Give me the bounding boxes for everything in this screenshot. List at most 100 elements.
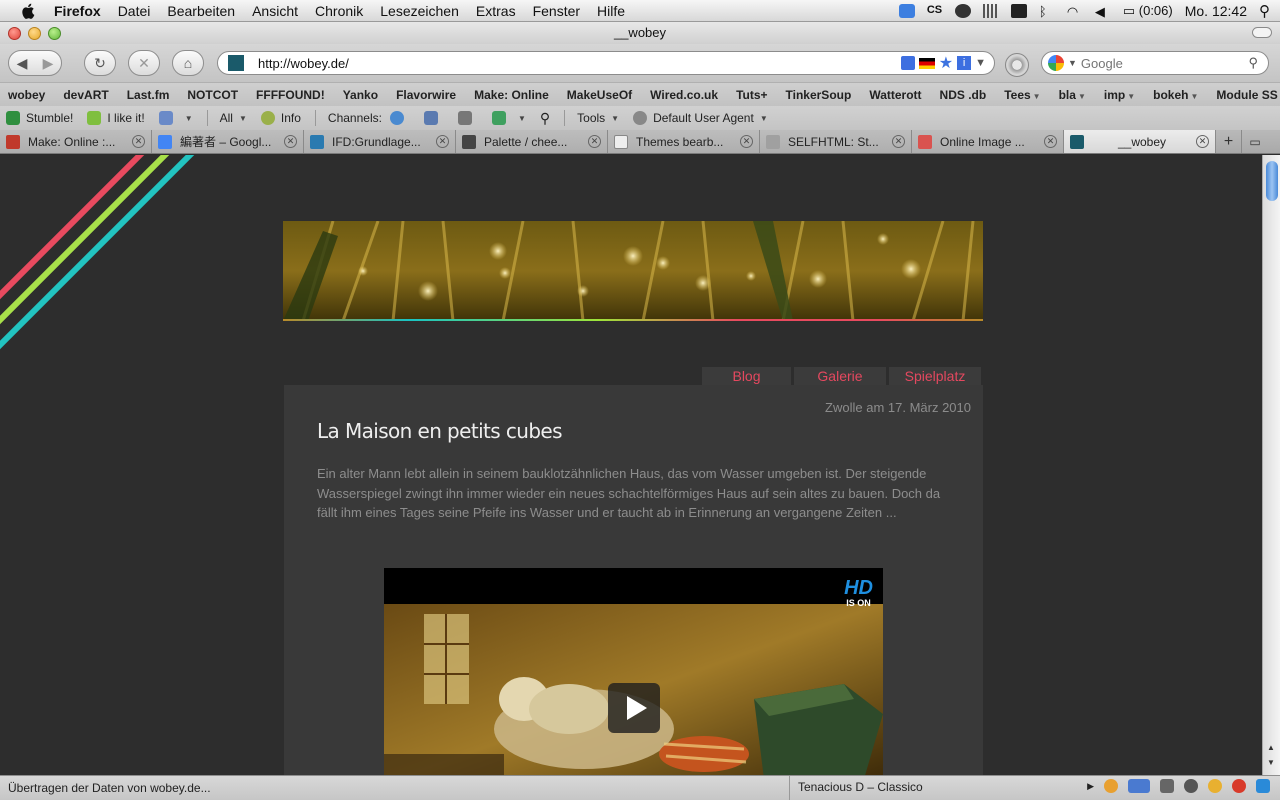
- search-input[interactable]: [1080, 55, 1241, 71]
- url-dropdown-icon[interactable]: ▼: [975, 57, 986, 69]
- bluetooth-icon[interactable]: ᛒ: [1039, 4, 1055, 19]
- bot-icon[interactable]: [1160, 779, 1174, 793]
- video-player[interactable]: HD IS ON: [384, 568, 883, 775]
- window-zoom-button[interactable]: [48, 27, 61, 40]
- tools-dropdown[interactable]: Tools ▼: [577, 111, 619, 125]
- stop-button[interactable]: ✕: [128, 50, 160, 76]
- bookmark-makeuseof[interactable]: MakeUseOf: [567, 88, 632, 102]
- close-icon[interactable]: ✕: [740, 135, 753, 148]
- close-icon[interactable]: ✕: [132, 135, 145, 148]
- user-agent-dropdown[interactable]: Default User Agent ▼: [633, 111, 768, 125]
- menu-fenster[interactable]: Fenster: [533, 3, 580, 19]
- home-button[interactable]: ⌂: [172, 50, 204, 76]
- bookmark-star-icon[interactable]: ★: [939, 53, 953, 73]
- close-icon[interactable]: ✕: [284, 135, 297, 148]
- bookmark-wobey[interactable]: wobey: [8, 88, 45, 102]
- info-icon[interactable]: i: [957, 56, 972, 70]
- menu-chronik[interactable]: Chronik: [315, 3, 363, 19]
- bookmark-folder-tees[interactable]: Tees ▼: [1004, 88, 1040, 102]
- all-dropdown[interactable]: All ▼: [220, 111, 247, 125]
- reload-button[interactable]: ↻: [84, 50, 116, 76]
- nav-tab-galerie[interactable]: Galerie: [794, 367, 886, 385]
- toolbar-toggle-button[interactable]: [1252, 27, 1272, 38]
- stumble-search-icon[interactable]: ⚲: [540, 110, 550, 127]
- back-arrow-icon[interactable]: ◀: [9, 55, 35, 72]
- tab-wobey[interactable]: __wobey ✕: [1064, 130, 1216, 153]
- dropbox-icon[interactable]: [898, 4, 915, 18]
- fireftp-icon[interactable]: [1128, 779, 1150, 793]
- channel-globe-icon[interactable]: [389, 111, 410, 125]
- gear-icon[interactable]: [1005, 53, 1029, 77]
- bookmark-make-online[interactable]: Make: Online: [474, 88, 549, 102]
- bookmark-tinkersoup[interactable]: TinkerSoup: [786, 88, 852, 102]
- scroll-up-arrow-icon[interactable]: ▲: [1267, 743, 1275, 752]
- window-minimize-button[interactable]: [28, 27, 41, 40]
- menu-lesezeichen[interactable]: Lesezeichen: [380, 3, 459, 19]
- channel-friends-icon[interactable]: ▼: [491, 111, 526, 125]
- bookmark-folder-imp[interactable]: imp ▼: [1104, 88, 1135, 102]
- bookmark-wired[interactable]: Wired.co.uk: [650, 88, 718, 102]
- tab-online-image[interactable]: Online Image ... ✕: [912, 130, 1064, 153]
- close-icon[interactable]: ✕: [1044, 135, 1057, 148]
- music-icon[interactable]: [1104, 779, 1118, 793]
- list-all-tabs-button[interactable]: ▭: [1242, 130, 1268, 153]
- stumble-button[interactable]: Stumble!: [6, 111, 73, 125]
- clock[interactable]: Mo. 12:42: [1185, 3, 1247, 19]
- tab-selfhtml[interactable]: SELFHTML: St... ✕: [760, 130, 912, 153]
- quicksilver-icon[interactable]: [954, 4, 971, 18]
- now-playing-track[interactable]: Tenacious D – Classico: [789, 776, 923, 800]
- forward-arrow-icon[interactable]: ▶: [35, 55, 61, 72]
- close-icon[interactable]: ✕: [892, 135, 905, 148]
- volume-icon[interactable]: ◀: [1095, 4, 1111, 19]
- google-icon[interactable]: [1048, 55, 1064, 71]
- scroll-down-arrow-icon[interactable]: ▼: [1267, 758, 1275, 767]
- memory-icon[interactable]: [1010, 4, 1027, 18]
- back-forward-button[interactable]: ◀ ▶: [8, 50, 62, 76]
- greasemonkey-icon[interactable]: [1184, 779, 1198, 793]
- menu-bearbeiten[interactable]: Bearbeiten: [167, 3, 235, 19]
- info-button[interactable]: Info: [260, 111, 301, 125]
- rss-feed-icon[interactable]: [900, 56, 915, 70]
- bookmark-folder-bokeh[interactable]: bokeh ▼: [1153, 88, 1198, 102]
- apple-icon[interactable]: [20, 2, 38, 20]
- nav-tab-blog[interactable]: Blog: [702, 367, 791, 385]
- url-bar[interactable]: http://wobey.de/ ★ i ▼: [217, 51, 995, 75]
- close-icon[interactable]: ✕: [1196, 135, 1209, 148]
- channel-tv-icon[interactable]: [457, 111, 478, 125]
- page-scrollbar[interactable]: ▲ ▼: [1262, 155, 1280, 775]
- bookmark-devart[interactable]: devART: [63, 88, 108, 102]
- post-title[interactable]: La Maison en petits cubes: [317, 419, 563, 443]
- tab-palette[interactable]: Palette / chee... ✕: [456, 130, 608, 153]
- spotlight-icon[interactable]: ⚲: [1259, 2, 1270, 20]
- bookmark-folder-module-ss10[interactable]: Module SS 10▼: [1216, 88, 1280, 102]
- german-flag-icon[interactable]: [918, 57, 935, 69]
- search-bar[interactable]: ▼ ⚲: [1041, 51, 1269, 75]
- nav-tab-spielplatz[interactable]: Spielplatz: [889, 367, 981, 385]
- bookmark-flavorwire[interactable]: Flavorwire: [396, 88, 456, 102]
- scrollbar-thumb[interactable]: [1266, 161, 1278, 201]
- channel-news-icon[interactable]: [423, 111, 444, 125]
- battery-status[interactable]: ▭ (0:06): [1123, 3, 1173, 19]
- play-button[interactable]: [608, 683, 660, 733]
- tab-ifd[interactable]: IFD:Grundlage... ✕: [304, 130, 456, 153]
- wifi-icon[interactable]: ◠: [1067, 4, 1083, 19]
- bookmark-lastfm[interactable]: Last.fm: [127, 88, 170, 102]
- tab-make-online[interactable]: Make: Online :... ✕: [0, 130, 152, 153]
- menu-firefox[interactable]: Firefox: [54, 3, 101, 19]
- url-text[interactable]: http://wobey.de/: [258, 56, 901, 71]
- bookmark-notcot[interactable]: NOTCOT: [187, 88, 238, 102]
- smiley-icon[interactable]: [1208, 779, 1222, 793]
- tab-google[interactable]: 編著者 – Googl... ✕: [152, 130, 304, 153]
- creative-suite-icon[interactable]: CS: [927, 4, 943, 18]
- close-icon[interactable]: ✕: [588, 135, 601, 148]
- hd-badge[interactable]: HD IS ON: [844, 578, 873, 608]
- bookmark-watterott[interactable]: Watterott: [869, 88, 921, 102]
- menu-extras[interactable]: Extras: [476, 3, 516, 19]
- adblock-icon[interactable]: [1232, 779, 1246, 793]
- i-like-it-button[interactable]: I like it!: [87, 111, 145, 125]
- bookmark-tuts[interactable]: Tuts+: [736, 88, 767, 102]
- menu-datei[interactable]: Datei: [118, 3, 151, 19]
- bookmark-ffffound[interactable]: FFFFOUND!: [256, 88, 325, 102]
- bookmark-yanko[interactable]: Yanko: [343, 88, 378, 102]
- play-track-icon[interactable]: ▶: [1087, 779, 1094, 793]
